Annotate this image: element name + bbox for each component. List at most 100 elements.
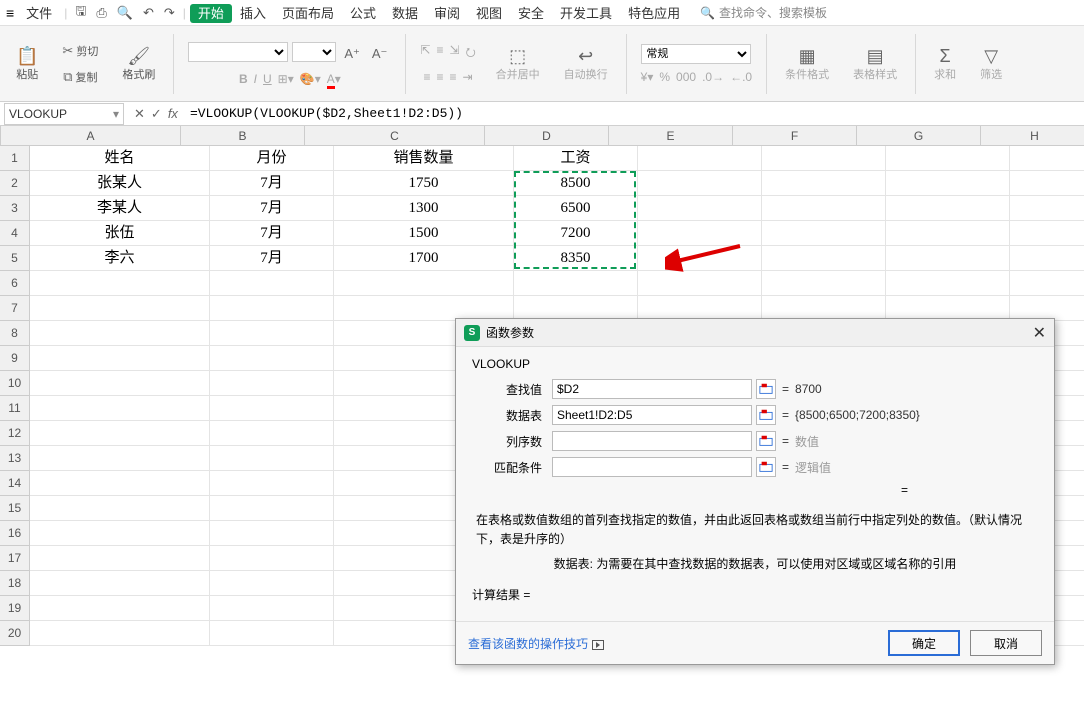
comma-icon[interactable]: 000 [676, 70, 696, 84]
range-picker-icon[interactable] [756, 405, 776, 425]
row-header-12[interactable]: 12 [0, 421, 30, 446]
range-picker-icon[interactable] [756, 457, 776, 477]
number-format-select[interactable]: 常规 [641, 44, 751, 64]
wrap-button[interactable]: ↩自动换行 [560, 44, 612, 84]
row-header-15[interactable]: 15 [0, 496, 30, 521]
row-header-13[interactable]: 13 [0, 446, 30, 471]
font-size-select[interactable] [292, 42, 336, 62]
align-right-icon[interactable]: ≡ [450, 70, 457, 84]
col-header-E[interactable]: E [609, 126, 733, 146]
cell-B13[interactable] [210, 446, 334, 471]
cell-A7[interactable] [30, 296, 210, 321]
cell-A18[interactable] [30, 571, 210, 596]
accept-formula-icon[interactable]: ✓ [151, 106, 162, 122]
orientation-icon[interactable]: ⭮ [466, 43, 476, 64]
copy-button[interactable]: ⧉复制 [59, 65, 101, 89]
paste-button[interactable]: 📋粘贴 [12, 44, 42, 84]
cell-A17[interactable] [30, 546, 210, 571]
cell-A19[interactable] [30, 596, 210, 621]
row-header-8[interactable]: 8 [0, 321, 30, 346]
menu-tab-7[interactable]: 安全 [510, 4, 552, 23]
cell-C3[interactable]: 1300 [334, 196, 514, 221]
col-header-A[interactable]: A [1, 126, 181, 146]
cell-H6[interactable] [1010, 271, 1084, 296]
cell-B14[interactable] [210, 471, 334, 496]
cell-D1[interactable]: 工资 [514, 146, 638, 171]
cell-A16[interactable] [30, 521, 210, 546]
menu-tab-8[interactable]: 开发工具 [552, 4, 620, 23]
align-middle-icon[interactable]: ≡ [436, 43, 443, 64]
cell-F1[interactable] [762, 146, 886, 171]
cancel-formula-icon[interactable]: ✕ [134, 106, 145, 122]
cell-B1[interactable]: 月份 [210, 146, 334, 171]
save-icon[interactable]: 🖫 [71, 2, 90, 24]
cell-E6[interactable] [638, 271, 762, 296]
print-icon[interactable]: ⎙ [92, 5, 110, 21]
merge-button[interactable]: ⬚合并居中 [492, 44, 544, 84]
cell-G4[interactable] [886, 221, 1010, 246]
col-header-F[interactable]: F [733, 126, 857, 146]
cell-G3[interactable] [886, 196, 1010, 221]
cell-D6[interactable] [514, 271, 638, 296]
cell-B18[interactable] [210, 571, 334, 596]
cell-H4[interactable] [1010, 221, 1084, 246]
menu-tab-4[interactable]: 数据 [384, 4, 426, 23]
cell-H5[interactable] [1010, 246, 1084, 271]
row-header-16[interactable]: 16 [0, 521, 30, 546]
col-header-D[interactable]: D [485, 126, 609, 146]
col-header-C[interactable]: C [305, 126, 485, 146]
row-header-2[interactable]: 2 [0, 171, 30, 196]
cell-D3[interactable]: 6500 [514, 196, 638, 221]
cell-F2[interactable] [762, 171, 886, 196]
cell-F3[interactable] [762, 196, 886, 221]
param-input-0[interactable] [552, 379, 752, 399]
chevron-down-icon[interactable]: ▾ [113, 107, 119, 121]
param-input-1[interactable] [552, 405, 752, 425]
col-header-G[interactable]: G [857, 126, 981, 146]
cell-D4[interactable]: 7200 [514, 221, 638, 246]
cut-button[interactable]: ✂剪切 [58, 39, 102, 63]
format-painter-button[interactable]: 🖌格式刷 [118, 44, 159, 84]
cell-A14[interactable] [30, 471, 210, 496]
cell-B6[interactable] [210, 271, 334, 296]
cell-B19[interactable] [210, 596, 334, 621]
column-headers[interactable]: ABCDEFGH [1, 126, 1084, 146]
percent-icon[interactable]: % [659, 70, 670, 84]
cell-B5[interactable]: 7月 [210, 246, 334, 271]
fill-color-button[interactable]: 🎨▾ [300, 72, 321, 86]
menu-tab-1[interactable]: 插入 [232, 4, 274, 23]
cell-F5[interactable] [762, 246, 886, 271]
range-picker-icon[interactable] [756, 379, 776, 399]
dec-increase-icon[interactable]: .0→ [702, 70, 724, 84]
cell-A1[interactable]: 姓名 [30, 146, 210, 171]
cell-A13[interactable] [30, 446, 210, 471]
fx-icon[interactable]: fx [168, 106, 178, 122]
row-header-4[interactable]: 4 [0, 221, 30, 246]
param-input-2[interactable] [552, 431, 752, 451]
font-color-button[interactable]: A▾ [327, 72, 341, 86]
row-header-17[interactable]: 17 [0, 546, 30, 571]
cell-B20[interactable] [210, 621, 334, 646]
cell-G1[interactable] [886, 146, 1010, 171]
cell-F6[interactable] [762, 271, 886, 296]
menu-tab-3[interactable]: 公式 [342, 4, 384, 23]
cell-H3[interactable] [1010, 196, 1084, 221]
ok-button[interactable]: 确定 [888, 630, 960, 656]
cell-B9[interactable] [210, 346, 334, 371]
command-search[interactable]: 🔍 查找命令、搜索模板 [700, 4, 827, 21]
cell-D5[interactable]: 8350 [514, 246, 638, 271]
range-picker-icon[interactable] [756, 431, 776, 451]
cell-A3[interactable]: 李某人 [30, 196, 210, 221]
sum-button[interactable]: Σ求和 [930, 44, 960, 84]
cell-A10[interactable] [30, 371, 210, 396]
row-header-3[interactable]: 3 [0, 196, 30, 221]
menu-tab-9[interactable]: 特色应用 [620, 4, 688, 23]
menu-tab-5[interactable]: 审阅 [426, 4, 468, 23]
row-header-18[interactable]: 18 [0, 571, 30, 596]
cell-B17[interactable] [210, 546, 334, 571]
cell-H1[interactable] [1010, 146, 1084, 171]
align-left-icon[interactable]: ≡ [423, 70, 430, 84]
cell-C5[interactable]: 1700 [334, 246, 514, 271]
menu-file[interactable]: 文件 [18, 1, 60, 24]
currency-icon[interactable]: ¥▾ [641, 70, 654, 84]
